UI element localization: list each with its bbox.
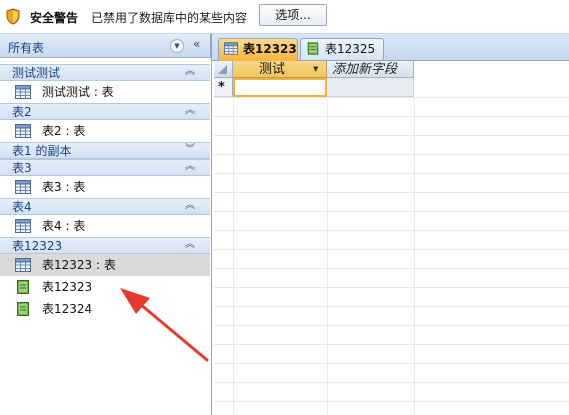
navigation-pane: 所有表 ▼ « 测试测试 ︽ 测试测试 : 表 表2 ︽ 表2 : 表 表1 的… <box>0 34 212 415</box>
nav-item-label: 表12324 <box>42 302 93 316</box>
nav-group-header[interactable]: 测试测试 ︽ <box>0 64 210 81</box>
nav-item-label: 表2 : 表 <box>42 124 86 138</box>
new-record-cell[interactable] <box>233 78 327 97</box>
nav-group-header[interactable]: 表12323 ︽ <box>0 237 210 254</box>
security-warning-title: 安全警告 <box>30 11 79 25</box>
column-header-add-field[interactable]: 添加新字段 <box>327 61 414 78</box>
table-icon <box>15 124 31 138</box>
document-area: 表12323 表12325 测试 ▼ 添加新字段 * <box>212 34 569 415</box>
chevron-down-icon[interactable]: ▼ <box>313 65 318 73</box>
datasheet-gridlines <box>214 97 569 415</box>
select-all-corner[interactable] <box>214 61 233 78</box>
nav-item-table-selected[interactable]: 表12323 : 表 <box>0 254 210 276</box>
chevron-up-icon: ︽ <box>185 105 195 116</box>
table-icon <box>15 85 31 99</box>
nav-item-label: 表4 : 表 <box>42 219 86 233</box>
table-icon <box>15 258 31 272</box>
nav-pane-menu-icon[interactable]: ▼ <box>170 39 184 53</box>
nav-group-label: 表12323 <box>12 239 63 253</box>
nav-group-label: 表2 <box>12 105 32 119</box>
nav-item-table[interactable]: 表3 : 表 <box>0 176 210 198</box>
security-warning-message: 已禁用了数据库中的某些内容 <box>91 11 248 25</box>
nav-item-label: 表3 : 表 <box>42 180 86 194</box>
shield-icon <box>6 8 20 25</box>
nav-item-label: 测试测试 : 表 <box>42 85 114 99</box>
tab-label: 表12323 <box>243 42 297 56</box>
nav-group-label: 测试测试 <box>12 66 61 80</box>
nav-item-table[interactable]: 表4 : 表 <box>0 215 210 237</box>
form-icon <box>307 42 319 55</box>
form-icon <box>17 302 29 316</box>
datasheet-grid: 测试 ▼ 添加新字段 * <box>214 61 569 415</box>
nav-item-label: 表12323 : 表 <box>42 258 116 272</box>
table-icon <box>15 180 31 194</box>
column-header-test[interactable]: 测试 ▼ <box>233 61 327 78</box>
nav-group-header[interactable]: 表4 ︽ <box>0 198 210 215</box>
column-header-label: 测试 <box>259 62 286 77</box>
chevron-up-icon: ︽ <box>185 161 195 172</box>
nav-group-label: 表3 <box>12 161 32 175</box>
new-field-cell[interactable] <box>327 78 414 97</box>
nav-group-header[interactable]: 表1 的副本 ︾ <box>0 142 210 159</box>
tab-table-12323[interactable]: 表12323 <box>218 38 298 61</box>
options-button[interactable]: 选项... <box>259 4 327 26</box>
security-warning-bar: 安全警告 已禁用了数据库中的某些内容 选项... <box>0 0 569 34</box>
form-icon <box>17 280 29 294</box>
document-tabs: 表12323 表12325 <box>212 34 569 61</box>
nav-item-label: 表12323 <box>42 280 93 294</box>
new-record-selector[interactable]: * <box>214 78 233 97</box>
nav-item-table[interactable]: 表2 : 表 <box>0 120 210 142</box>
chevron-up-icon: ︽ <box>185 200 195 211</box>
nav-pane-title: 所有表 <box>8 41 45 55</box>
nav-pane-header[interactable]: 所有表 ▼ « <box>0 34 211 58</box>
nav-item-form[interactable]: 表12323 <box>0 276 210 298</box>
nav-group-label: 表1 的副本 <box>12 144 72 158</box>
chevron-up-icon: ︽ <box>185 239 195 250</box>
table-icon <box>15 219 31 233</box>
nav-item-table[interactable]: 测试测试 : 表 <box>0 81 210 103</box>
nav-group-label: 表4 <box>12 200 32 214</box>
nav-list: 测试测试 ︽ 测试测试 : 表 表2 ︽ 表2 : 表 表1 的副本 ︾ 表3 … <box>0 64 210 320</box>
chevron-up-icon: ︽ <box>185 66 195 77</box>
column-header-label: 添加新字段 <box>332 62 398 77</box>
new-record-marker: * <box>218 80 225 95</box>
collapse-pane-icon[interactable]: « <box>193 37 200 51</box>
table-icon <box>224 42 238 55</box>
nav-group-header[interactable]: 表2 ︽ <box>0 103 210 120</box>
nav-group-header[interactable]: 表3 ︽ <box>0 159 210 176</box>
nav-item-form[interactable]: 表12324 <box>0 298 210 320</box>
tab-form-12325[interactable]: 表12325 <box>300 38 384 60</box>
select-all-icon <box>218 65 227 74</box>
chevron-down-icon: ︾ <box>185 144 195 155</box>
tab-label: 表12325 <box>325 42 376 56</box>
